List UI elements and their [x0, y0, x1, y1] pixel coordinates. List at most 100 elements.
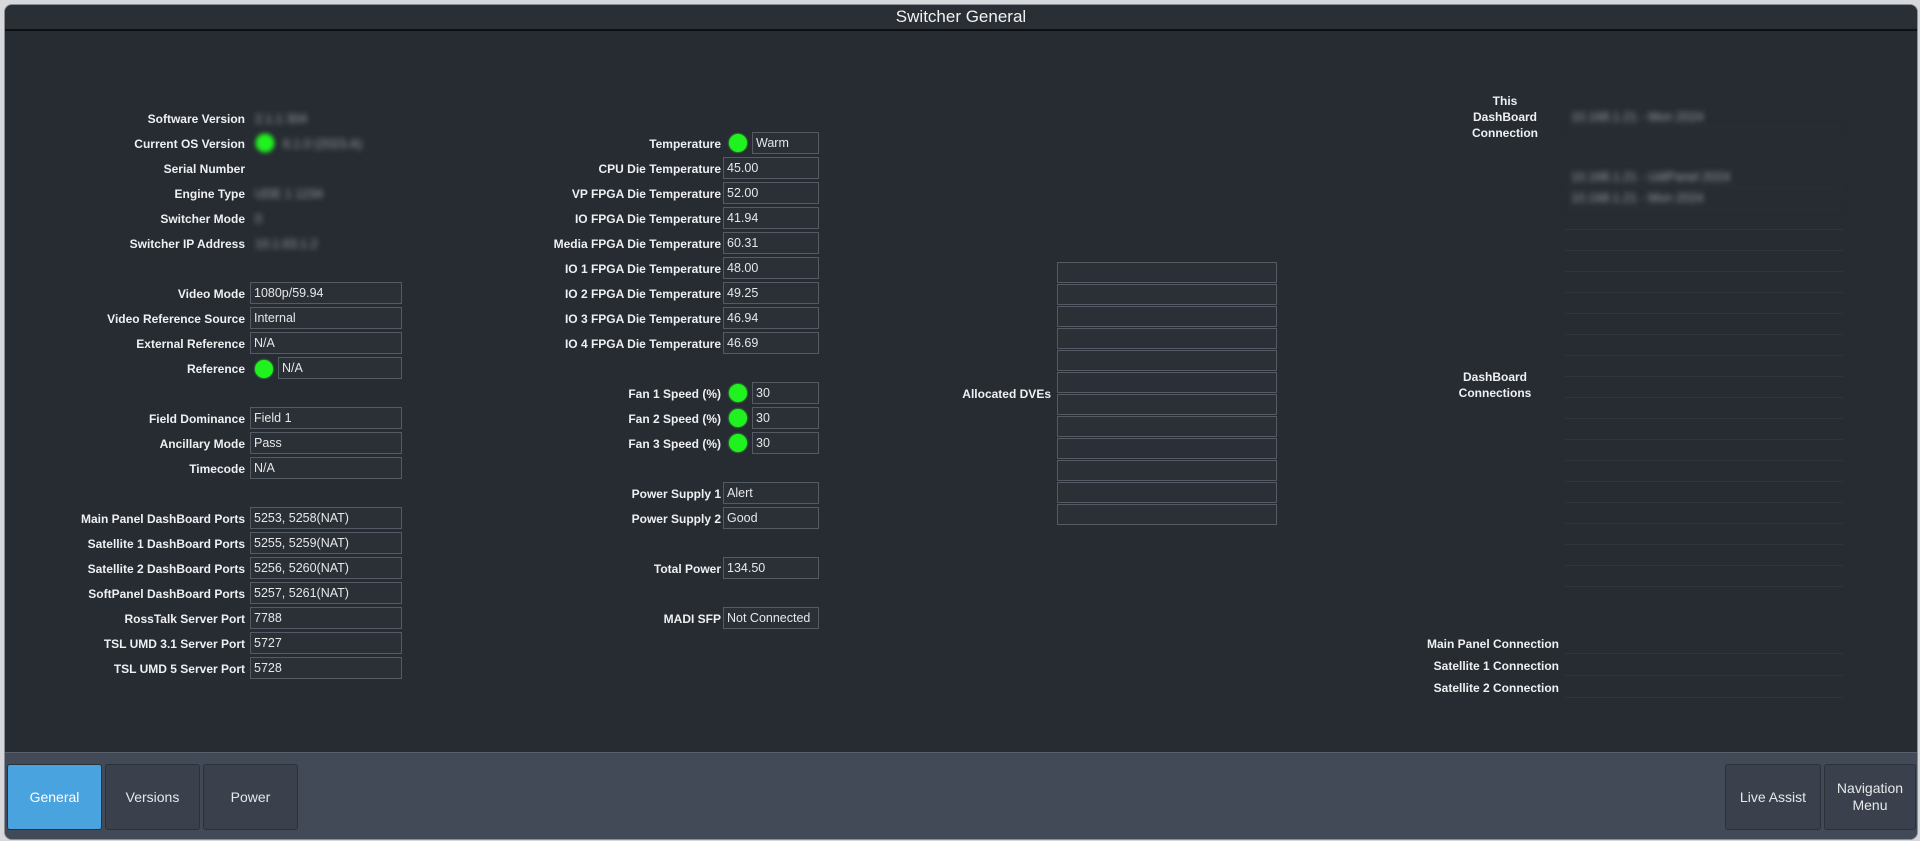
- external-ref-label: External Reference: [136, 337, 245, 351]
- connection-row: 10.168.1.21 - UdiPanel 2024: [1565, 167, 1843, 188]
- fan2-speed-label: Fan 2 Speed (%): [628, 412, 721, 426]
- fan1-speed-value: 30: [752, 382, 819, 404]
- software-version-value: 2.1.1 304: [255, 112, 308, 126]
- vp-fpga-temp-value: 52.00: [723, 182, 819, 204]
- field-dominance-label: Field Dominance: [148, 412, 245, 426]
- video-mode-value: 1080p/59.94: [250, 282, 402, 304]
- connection-row: [1565, 419, 1843, 440]
- tab-power[interactable]: Power: [203, 764, 298, 830]
- sat1-connection-label: Satellite 1 Connection: [1433, 659, 1559, 673]
- temperature-status-led: [729, 134, 747, 152]
- dve-slot: [1057, 460, 1277, 481]
- cpu-temp-value: 45.00: [723, 157, 819, 179]
- current-os-value: 6.1.0 (2023.A): [283, 137, 363, 151]
- media-fpga-temp-value: 60.31: [723, 232, 819, 254]
- tab-versions[interactable]: Versions: [105, 764, 200, 830]
- connection-row: [1565, 356, 1843, 377]
- reference-label: Reference: [186, 362, 245, 376]
- softpanel-ports-value: 5257, 5261(NAT): [250, 582, 402, 604]
- bottom-toolbar: General Versions Power Live Assist Navig…: [5, 752, 1917, 839]
- reference-value: N/A: [278, 357, 402, 379]
- main-panel-ports-value: 5253, 5258(NAT): [250, 507, 402, 529]
- io1-fpga-temp-label: IO 1 FPGA Die Temperature: [564, 262, 721, 276]
- media-fpga-temp-label: Media FPGA Die Temperature: [553, 237, 721, 251]
- sat2-ports-value: 5256, 5260(NAT): [250, 557, 402, 579]
- io3-fpga-temp-value: 46.94: [723, 307, 819, 329]
- sat2-connection-value: [1565, 677, 1843, 698]
- fan2-status-led: [729, 409, 747, 427]
- rosstalk-port-label: RossTalk Server Port: [124, 612, 246, 626]
- connection-row: [1565, 272, 1843, 293]
- io-fpga-temp-value: 41.94: [723, 207, 819, 229]
- fan1-status-led: [729, 384, 747, 402]
- switcher-ip-value: 10.1.63.1.2: [255, 237, 318, 251]
- dve-slot: [1057, 306, 1277, 327]
- connection-row: [1565, 503, 1843, 524]
- rosstalk-port-value: 7788: [250, 607, 402, 629]
- current-os-label: Current OS Version: [134, 137, 245, 151]
- connection-row: [1565, 335, 1843, 356]
- switcher-mode-label: Switcher Mode: [160, 212, 245, 226]
- total-power-label: Total Power: [653, 562, 721, 576]
- connection-row: [1565, 293, 1843, 314]
- sat2-connection-label: Satellite 2 Connection: [1433, 681, 1559, 695]
- this-connection-value: 10.168.1.21 - Mon 2024: [1565, 107, 1843, 128]
- connection-row: [1565, 440, 1843, 461]
- io4-fpga-temp-label: IO 4 FPGA Die Temperature: [564, 337, 721, 351]
- fan1-speed-label: Fan 1 Speed (%): [628, 387, 721, 401]
- main-panel-connection-value: [1565, 633, 1843, 654]
- madi-sfp-value: Not Connected: [723, 607, 819, 629]
- timecode-label: Timecode: [189, 462, 245, 476]
- sat1-connection-value: [1565, 655, 1843, 676]
- tab-general[interactable]: General: [7, 764, 102, 830]
- psu2-label: Power Supply 2: [631, 512, 721, 526]
- fan3-speed-value: 30: [752, 432, 819, 454]
- navigation-menu-button[interactable]: Navigation Menu: [1824, 764, 1916, 830]
- temperature-label: Temperature: [649, 137, 721, 151]
- dve-slot: [1057, 262, 1277, 283]
- fan2-speed-value: 30: [752, 407, 819, 429]
- dve-slot: [1057, 504, 1277, 525]
- serial-number-label: Serial Number: [163, 162, 245, 176]
- dve-slot: [1057, 416, 1277, 437]
- dve-slot: [1057, 438, 1277, 459]
- allocated-dves-label: Allocated DVEs: [962, 387, 1051, 401]
- this-connection-label: This DashBoard Connection: [1472, 94, 1538, 140]
- timecode-value: N/A: [250, 457, 402, 479]
- io3-fpga-temp-label: IO 3 FPGA Die Temperature: [564, 312, 721, 326]
- dve-slot: [1057, 350, 1277, 371]
- ancillary-mode-value: Pass: [250, 432, 402, 454]
- softpanel-ports-label: SoftPanel DashBoard Ports: [88, 587, 245, 601]
- connection-row: [1565, 524, 1843, 545]
- switcher-ip-label: Switcher IP Address: [129, 237, 245, 251]
- connection-row: [1565, 398, 1843, 419]
- engine-type-value: UDE 1 1234: [255, 187, 324, 201]
- engine-type-label: Engine Type: [174, 187, 245, 201]
- io4-fpga-temp-value: 46.69: [723, 332, 819, 354]
- io-fpga-temp-label: IO FPGA Die Temperature: [574, 212, 721, 226]
- tsl5-port-value: 5728: [250, 657, 402, 679]
- external-ref-value: N/A: [250, 332, 402, 354]
- content-area: Software Version 2.1.1 304 Current OS Ve…: [5, 31, 1917, 752]
- dve-slot: [1057, 372, 1277, 393]
- sat1-ports-label: Satellite 1 DashBoard Ports: [87, 537, 245, 551]
- cpu-temp-label: CPU Die Temperature: [598, 162, 721, 176]
- io2-fpga-temp-value: 49.25: [723, 282, 819, 304]
- live-assist-button[interactable]: Live Assist: [1725, 764, 1821, 830]
- io2-fpga-temp-label: IO 2 FPGA Die Temperature: [564, 287, 721, 301]
- connection-row: [1565, 230, 1843, 251]
- os-status-led: [256, 134, 274, 152]
- tsl5-port-label: TSL UMD 5 Server Port: [113, 662, 245, 676]
- dve-slot: [1057, 482, 1277, 503]
- video-ref-source-value: Internal: [250, 307, 402, 329]
- dve-slot: [1057, 284, 1277, 305]
- connection-row: [1565, 209, 1843, 230]
- connection-row: [1565, 545, 1843, 566]
- dashboard-connections-label: DashBoard Connections: [1458, 370, 1532, 400]
- connection-row: [1565, 251, 1843, 272]
- main-panel-ports-label: Main Panel DashBoard Ports: [80, 512, 245, 526]
- main-panel-connection-label: Main Panel Connection: [1426, 637, 1559, 651]
- psu1-value: Alert: [723, 482, 819, 504]
- dve-slot: [1057, 394, 1277, 415]
- switcher-general-window: Switcher General Software Version 2.1.1 …: [4, 4, 1918, 840]
